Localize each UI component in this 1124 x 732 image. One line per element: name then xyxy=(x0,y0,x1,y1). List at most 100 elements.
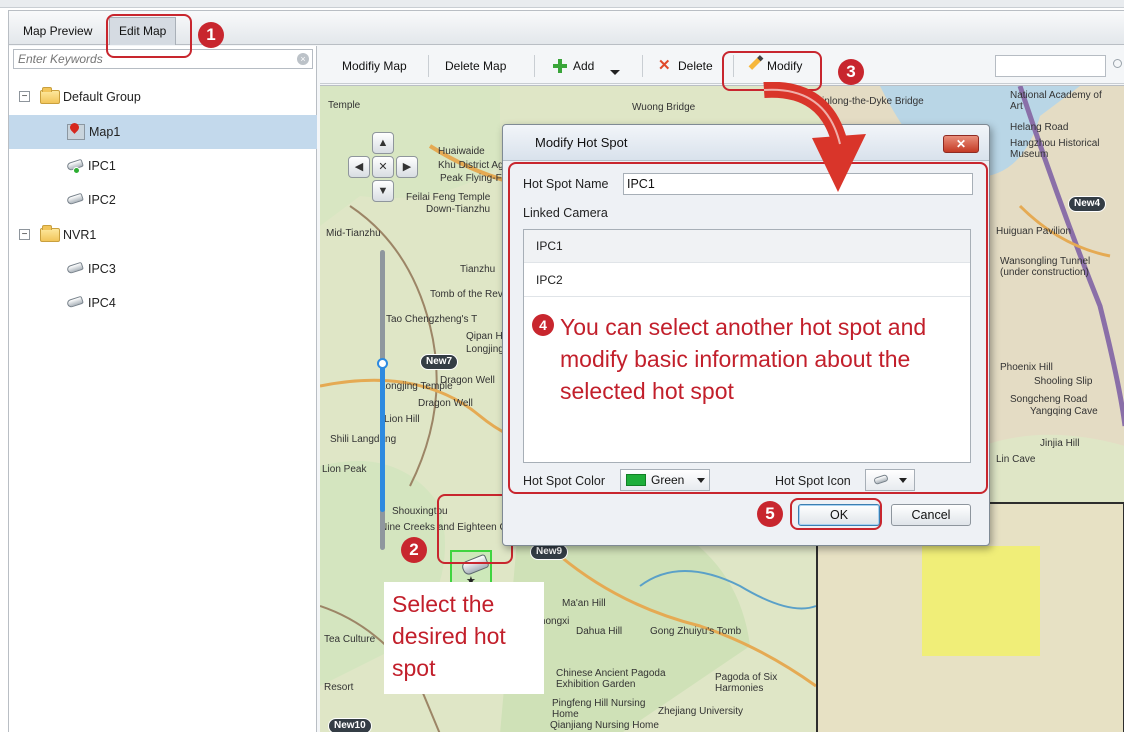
collapse-icon[interactable]: − xyxy=(19,229,30,240)
camera-icon xyxy=(65,295,84,309)
folder-icon xyxy=(40,87,60,104)
collapse-icon[interactable]: − xyxy=(19,91,30,102)
pan-left-button[interactable]: ◀ xyxy=(348,156,370,178)
modify-map-button[interactable]: Modifiy Map xyxy=(342,55,407,77)
camera-icon xyxy=(65,261,84,275)
map-label: Hangzhou Historical Museum xyxy=(1010,138,1100,160)
map-tag: New9 xyxy=(530,544,569,560)
tree-item-default-group[interactable]: − Default Group xyxy=(9,80,317,114)
map-search-input[interactable] xyxy=(995,55,1106,77)
map-tag: New10 xyxy=(328,718,372,732)
step-badge: 5 xyxy=(757,501,783,527)
tree-item-label: IPC4 xyxy=(88,296,116,310)
map-icon xyxy=(67,124,85,140)
map-label: Qianjiang Nursing Home xyxy=(550,720,659,731)
tree-item-map1[interactable]: Map1 xyxy=(9,115,317,149)
pan-up-button[interactable]: ▲ xyxy=(372,132,394,154)
close-button[interactable]: ✕ xyxy=(943,135,979,153)
toolbar-separator xyxy=(534,55,535,77)
delete-button[interactable]: ✕ Delete xyxy=(658,55,728,77)
map-label: Temple xyxy=(328,100,361,111)
map-label: Tianzhu xyxy=(460,264,496,275)
step-badge: 1 xyxy=(198,22,224,48)
map-label: Huaiwaide xyxy=(438,146,485,157)
step-badge: 4 xyxy=(532,314,554,336)
tree-item-label: IPC3 xyxy=(88,262,116,276)
zoom-slider-fill xyxy=(380,362,385,512)
add-button[interactable]: Add xyxy=(553,55,631,77)
tree-item-ipc3[interactable]: IPC3 xyxy=(9,252,317,286)
camera-icon xyxy=(65,192,84,206)
map-label: Qipan H xyxy=(466,331,503,342)
callout-arrow-icon xyxy=(763,82,866,192)
tree-item-label: Map1 xyxy=(89,125,121,139)
plus-icon xyxy=(553,59,567,73)
map-label: Zhejiang University xyxy=(658,706,744,717)
chevron-down-icon[interactable] xyxy=(610,70,620,75)
map-label: Phoenix Hill xyxy=(1000,362,1053,373)
tree-item-ipc4[interactable]: IPC4 xyxy=(9,286,317,320)
delete-x-icon: ✕ xyxy=(658,57,671,74)
callout-edit-map xyxy=(106,14,192,58)
window-top-strip xyxy=(0,0,1124,8)
folder-icon xyxy=(40,225,60,242)
map-label: Lion Hill xyxy=(384,414,420,425)
clear-search-icon[interactable]: × xyxy=(297,53,309,65)
map-label: Shooling Slip xyxy=(1034,376,1093,387)
tree-item-label: IPC2 xyxy=(88,193,116,207)
map-label: Pingfeng Hill Nursing Home xyxy=(552,698,646,720)
map-label: Wansongling Tunnel (under construction) xyxy=(1000,256,1091,278)
modify-hot-spot-note: You can select another hot spot and modi… xyxy=(560,311,970,411)
map-tag: New4 xyxy=(1068,196,1107,212)
tree-item-label: IPC1 xyxy=(88,159,116,173)
map-label: Ma'an Hill xyxy=(562,598,606,609)
select-hot-spot-note: Select the desired hot spot xyxy=(384,582,544,694)
map-label: Jinjia Hill xyxy=(1040,438,1080,449)
tree-item-ipc1[interactable]: IPC1 xyxy=(9,149,317,183)
map-label: Dahua Hill xyxy=(576,626,623,637)
map-label: Down-Tianzhu xyxy=(426,204,491,215)
map-label: Helang Road xyxy=(1010,122,1069,133)
map-label: Lin Cave xyxy=(996,454,1036,465)
map-label: Chinese Ancient Pagoda Exhibition Garden xyxy=(556,668,666,690)
map-label: Huiguan Pavilion xyxy=(996,226,1072,237)
callout-ok-button xyxy=(790,498,882,530)
map-label: Tao Chengzheng's T xyxy=(386,314,478,325)
dialog-title: Modify Hot Spot xyxy=(535,135,628,150)
delete-map-button[interactable]: Delete Map xyxy=(445,55,506,77)
map-label: Songcheng Road xyxy=(1010,394,1088,405)
map-label: Longjing xyxy=(466,344,504,355)
map-label: Feilai Feng Temple xyxy=(406,192,491,203)
map-label: Gong Zhuiyu's Tomb xyxy=(650,626,742,637)
device-tree-panel: × − Default Group Map1 IPC1 IPC2 − NVR1 … xyxy=(9,46,317,732)
map-label: Dragon Well xyxy=(418,398,473,409)
pan-center-button[interactable]: ✕ xyxy=(372,156,394,178)
overview-viewport[interactable] xyxy=(922,546,1040,656)
map-label: Yangqing Cave xyxy=(1030,406,1098,417)
tree-item-label: NVR1 xyxy=(63,228,97,242)
map-tag: New7 xyxy=(420,354,459,370)
tree-item-nvr1[interactable]: − NVR1 xyxy=(9,218,317,252)
map-label: Khu District Ag xyxy=(438,160,504,171)
tree-item-label: Default Group xyxy=(63,90,141,104)
map-label: Mid-Tianzhu xyxy=(326,228,381,239)
map-label: Peak Flying-F xyxy=(440,173,502,184)
map-label: National Academy of Art xyxy=(1010,90,1102,112)
pan-right-button[interactable]: ▶ xyxy=(396,156,418,178)
dialog-title-bar: Modify Hot Spot ✕ xyxy=(503,125,989,161)
step-badge: 2 xyxy=(401,537,427,563)
toolbar-separator xyxy=(642,55,643,77)
tree-item-ipc2[interactable]: IPC2 xyxy=(9,183,317,217)
zoom-slider-handle[interactable] xyxy=(377,358,388,369)
map-label: Shili Langdang xyxy=(330,434,397,445)
delete-button-label: Delete xyxy=(678,59,713,73)
cancel-button[interactable]: Cancel xyxy=(891,504,971,526)
map-label: Pagoda of Six Harmonies xyxy=(715,672,778,694)
pan-down-button[interactable]: ▼ xyxy=(372,180,394,202)
map-label: Lion Peak xyxy=(322,464,367,475)
search-icon[interactable] xyxy=(1113,59,1122,68)
map-label: Resort xyxy=(324,682,354,693)
map-label: Wuong Bridge xyxy=(632,102,696,113)
add-button-label: Add xyxy=(573,59,595,73)
tab-map-preview[interactable]: Map Preview xyxy=(13,17,102,45)
